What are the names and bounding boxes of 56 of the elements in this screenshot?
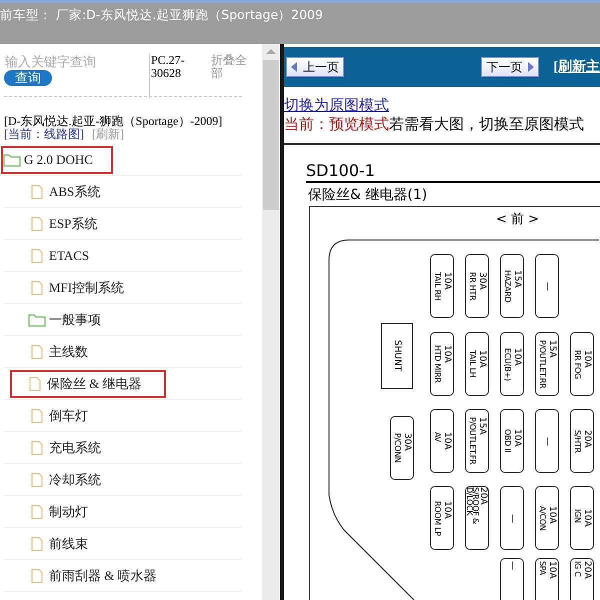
front-label: < 前 > <box>496 211 540 228</box>
tree-item[interactable]: 前线束 <box>26 530 94 558</box>
fuse: 30A RR HTR <box>465 254 489 318</box>
fuse: 10A RR FOG <box>570 332 594 396</box>
fuse: 10A TAIL RH <box>430 254 454 318</box>
fuse: — <box>535 409 559 473</box>
folder-icon <box>28 312 46 326</box>
tree-item[interactable]: 充电系统 <box>26 434 107 462</box>
code-text: PC.27-30628 <box>149 54 207 98</box>
fuse: 10A AV <box>430 409 454 473</box>
tree-item[interactable]: ESP系统 <box>26 210 104 238</box>
diagram-code: SD100-1 <box>306 161 375 180</box>
tree-item[interactable]: 主线数 <box>26 338 94 366</box>
fuse: 10A ECU(B+) <box>500 332 524 396</box>
tree-item[interactable]: 冷却系统 <box>26 466 107 494</box>
vehicle-title: 前车型： 厂家:D-东风悦达.起亚狮跑（Sportage）2009 <box>0 7 323 22</box>
fuse: 20A S/ROOF & D/LOCK <box>465 486 489 550</box>
fuse: 10A ROOM LP <box>430 486 454 550</box>
next-page-button[interactable]: 下一页 <box>481 57 540 77</box>
fuse: 10A A/CON <box>535 486 559 550</box>
tree-item[interactable]: 制动灯 <box>26 498 94 526</box>
tree-item[interactable]: G 2.0 DOHC <box>1 146 113 174</box>
vehicle-label: [D-东风悦达.起亚-狮跑（Sportage）-2009] <box>3 115 224 128</box>
tree-item[interactable]: 保险丝 & 继电器 <box>10 370 166 398</box>
tree-item[interactable]: 倒车灯 <box>26 402 94 430</box>
fuse: 10A HTD MIRR <box>430 332 454 396</box>
fuse: 30A P/CONN <box>390 416 414 480</box>
scroll-up-icon[interactable] <box>266 49 276 54</box>
search-button[interactable]: 查询 <box>4 70 52 86</box>
mode-status-text: 当前：预览模式若需看大图，切换至原图模式 <box>284 116 585 135</box>
tree-item[interactable]: 一般事项 <box>26 306 107 334</box>
tree-item[interactable]: 前雨刮器 & 喷水器 <box>26 562 163 590</box>
fuse: 10A IGN <box>570 486 594 550</box>
fuse: 10A SPA <box>535 558 559 600</box>
fuse: 10A OBD II <box>500 409 524 473</box>
refresh-link[interactable]: [刷新主 <box>553 58 600 76</box>
fuse: 20A IG C <box>570 558 594 600</box>
switch-mode-link[interactable]: 切换为原图模式 <box>284 97 389 116</box>
folder-icon <box>3 152 21 166</box>
fuse: — <box>500 486 524 550</box>
scrollbar[interactable] <box>262 44 280 600</box>
fuse: — <box>535 254 559 318</box>
previous-page-button[interactable]: 上一页 <box>286 57 344 77</box>
fuse: 15A P/OUTLET.FR <box>465 409 489 473</box>
fuse: 15A P/OUTLET.RR <box>535 332 559 396</box>
fuse: — <box>500 558 524 600</box>
diagram-title: 保险丝& 继电器(1) <box>308 186 428 204</box>
fuse: 15A HAZARD <box>500 254 524 318</box>
current-view-link[interactable]: [当前：线路图] <box>4 128 84 140</box>
tree-item[interactable]: MFI控制系统 <box>26 274 130 302</box>
fuse: 10A TAIL LH <box>465 332 489 396</box>
scroll-thumb[interactable] <box>263 60 279 210</box>
tree-item[interactable]: ABS系统 <box>26 178 106 206</box>
tree-item[interactable]: ETACS <box>26 242 96 270</box>
shunt-block: SHUNT <box>381 323 413 389</box>
fuse: 20A S/HTR <box>570 409 594 473</box>
